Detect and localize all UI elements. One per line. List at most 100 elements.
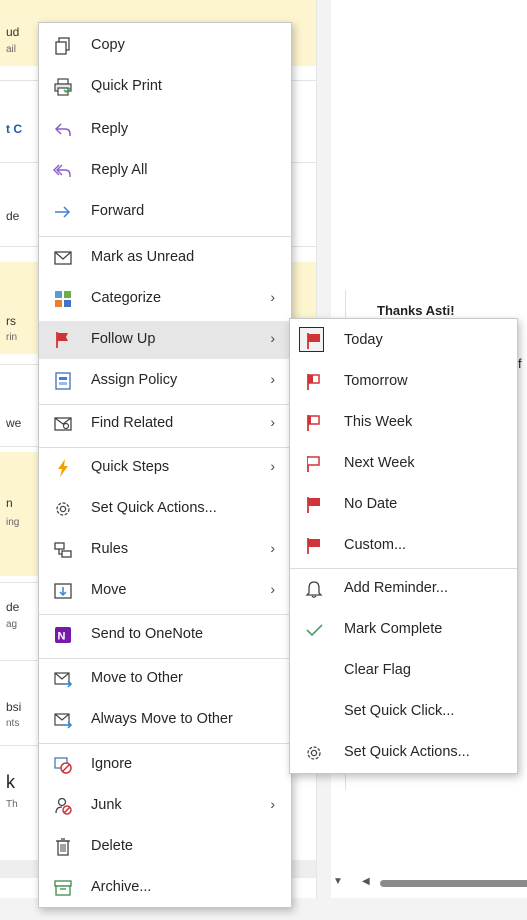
menu-item-label: Reply All	[91, 162, 148, 178]
submenu-item-set-quick-click[interactable]: Set Quick Click...	[290, 693, 517, 731]
menu-item-follow-up[interactable]: Follow Up ›	[39, 321, 291, 359]
submenu-item-label: No Date	[344, 496, 398, 512]
submenu-item-label: Today	[344, 332, 383, 348]
message-fragment: rin	[6, 332, 18, 343]
scroll-left-arrow-icon[interactable]: ◀	[362, 876, 370, 887]
chevron-right-icon: ›	[270, 414, 275, 430]
message-fragment: de	[6, 209, 20, 223]
reading-pane-horizontal-scrollbar[interactable]: ◀	[362, 876, 527, 890]
message-fragment: de	[6, 600, 20, 614]
menu-item-label: Assign Policy	[91, 372, 178, 388]
menu-item-rules[interactable]: Rules ›	[39, 531, 291, 569]
menu-separator	[39, 447, 291, 448]
submenu-item-label: Mark Complete	[344, 621, 443, 637]
submenu-item-label: Add Reminder...	[344, 580, 448, 596]
menu-item-reply-all[interactable]: Reply All	[39, 152, 291, 190]
menu-item-move[interactable]: Move ›	[39, 572, 291, 610]
printer-icon	[53, 77, 73, 97]
message-fragment: n	[6, 496, 13, 510]
message-fragment: ud	[6, 25, 20, 39]
menu-item-junk[interactable]: Junk ›	[39, 787, 291, 825]
lightning-icon	[53, 458, 73, 478]
menu-item-set-quick-actions[interactable]: Set Quick Actions...	[39, 490, 291, 528]
policy-icon	[53, 371, 73, 391]
menu-item-label: Move	[91, 582, 127, 598]
submenu-item-label: Clear Flag	[344, 662, 411, 678]
flag-icon	[304, 536, 324, 556]
menu-item-forward[interactable]: Forward	[39, 193, 291, 231]
menu-item-quick-print[interactable]: Quick Print	[39, 68, 291, 106]
menu-item-archive[interactable]: Archive...	[39, 869, 291, 907]
flag-icon	[304, 372, 324, 392]
menu-item-label: Reply	[91, 121, 129, 137]
flag-icon	[304, 331, 324, 351]
message-fragment: Th	[6, 799, 18, 810]
checkmark-icon	[304, 620, 324, 640]
move-icon	[53, 581, 73, 601]
junk-icon	[53, 796, 73, 816]
menu-item-label: Rules	[91, 541, 129, 557]
message-fragment: nts	[6, 718, 20, 729]
always-move-to-other-icon	[53, 710, 73, 730]
scroll-down-arrow-icon[interactable]: ▼	[333, 876, 343, 887]
submenu-item-this-week[interactable]: This Week	[290, 404, 517, 442]
menu-item-label: Copy	[91, 37, 125, 53]
bell-icon	[304, 579, 324, 599]
menu-item-reply[interactable]: Reply	[39, 111, 291, 149]
menu-item-label: Send to OneNote	[91, 626, 204, 642]
message-fragment: rs	[6, 314, 16, 328]
reading-pane-text: Thanks Asti!	[377, 303, 455, 318]
menu-item-label: Ignore	[91, 756, 133, 772]
submenu-item-no-date[interactable]: No Date	[290, 486, 517, 524]
menu-item-label: Junk	[91, 797, 122, 813]
submenu-item-clear-flag[interactable]: Clear Flag	[290, 652, 517, 690]
menu-item-categorize[interactable]: Categorize ›	[39, 280, 291, 318]
menu-item-send-to-onenote[interactable]: N Send to OneNote	[39, 616, 291, 654]
menu-separator	[290, 568, 517, 569]
menu-item-label: Categorize	[91, 290, 162, 306]
submenu-item-today[interactable]: Today	[290, 322, 517, 360]
scrollbar-thumb[interactable]	[380, 880, 527, 887]
menu-item-label: Set Quick Actions...	[91, 500, 217, 516]
submenu-item-label: Set Quick Actions...	[344, 744, 470, 760]
submenu-item-mark-complete[interactable]: Mark Complete	[290, 611, 517, 649]
envelope-icon	[53, 248, 73, 268]
menu-item-find-related[interactable]: Find Related ›	[39, 405, 291, 443]
submenu-item-custom[interactable]: Custom...	[290, 527, 517, 565]
follow-up-submenu: Today Tomorrow This Week Next Week No Da…	[289, 318, 518, 774]
flag-icon	[304, 413, 324, 433]
menu-item-always-move-to-other[interactable]: Always Move to Other	[39, 701, 291, 739]
message-fragment: ag	[6, 619, 18, 630]
rules-icon	[53, 540, 73, 560]
context-menu: Copy Quick Print Reply Reply All Forward…	[38, 22, 292, 908]
submenu-item-add-reminder[interactable]: Add Reminder...	[290, 570, 517, 608]
chevron-right-icon: ›	[270, 289, 275, 305]
message-fragment: ail	[6, 44, 17, 55]
menu-separator	[39, 614, 291, 615]
flag-icon	[304, 495, 324, 515]
submenu-item-label: Set Quick Click...	[344, 703, 455, 719]
gear-icon	[304, 743, 324, 763]
submenu-item-set-quick-actions[interactable]: Set Quick Actions...	[290, 734, 517, 772]
move-to-other-icon	[53, 669, 73, 689]
menu-item-quick-steps[interactable]: Quick Steps ›	[39, 449, 291, 487]
menu-item-assign-policy[interactable]: Assign Policy ›	[39, 362, 291, 400]
menu-item-mark-as-unread[interactable]: Mark as Unread	[39, 239, 291, 277]
message-fragment: ing	[6, 517, 20, 528]
forward-icon	[53, 202, 73, 222]
menu-item-move-to-other[interactable]: Move to Other	[39, 660, 291, 698]
menu-item-ignore[interactable]: Ignore	[39, 746, 291, 784]
message-fragment: we	[6, 416, 22, 430]
menu-item-label: Follow Up	[91, 331, 156, 347]
categorize-icon	[53, 289, 73, 309]
menu-item-copy[interactable]: Copy	[39, 27, 291, 65]
reply-all-icon	[53, 161, 73, 181]
reply-icon	[53, 120, 73, 140]
reading-pane-text: f	[518, 356, 522, 371]
chevron-right-icon: ›	[270, 371, 275, 387]
submenu-item-tomorrow[interactable]: Tomorrow	[290, 363, 517, 401]
submenu-item-label: Custom...	[344, 537, 407, 553]
menu-item-delete[interactable]: Delete	[39, 828, 291, 866]
menu-item-label: Forward	[91, 203, 145, 219]
submenu-item-next-week[interactable]: Next Week	[290, 445, 517, 483]
